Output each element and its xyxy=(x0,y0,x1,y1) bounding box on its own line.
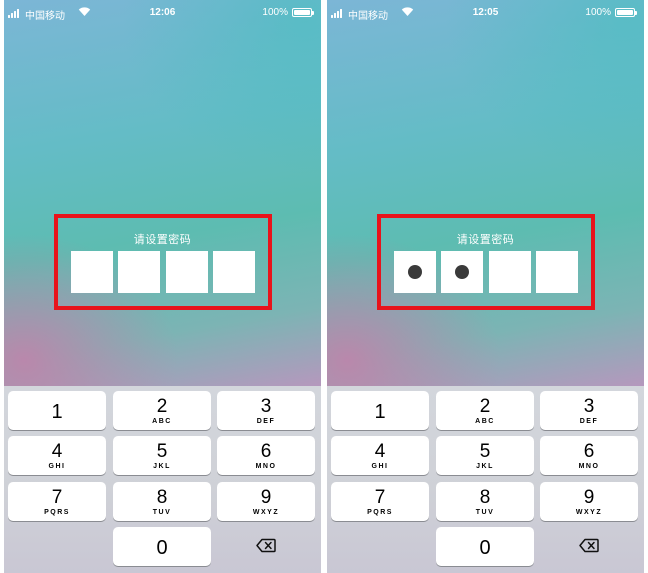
key-4[interactable]: 4 GHI xyxy=(8,436,106,475)
key-letters: MNO xyxy=(255,463,277,470)
key-letters: ABC xyxy=(152,418,172,425)
key-digit: 0 xyxy=(156,537,168,559)
status-bar: 中国移动 12:06 100% xyxy=(4,0,321,26)
passcode-digit-box xyxy=(536,251,578,293)
key-7[interactable]: 7 PQRS xyxy=(331,482,429,521)
key-1[interactable]: 1 xyxy=(331,391,429,430)
key-3[interactable]: 3 DEF xyxy=(217,391,315,430)
key-8[interactable]: 8 TUV xyxy=(436,482,534,521)
key-digit: 7 xyxy=(51,487,63,508)
delete-key[interactable] xyxy=(217,527,315,566)
key-letters: MNO xyxy=(578,463,600,470)
key-digit: 1 xyxy=(374,401,386,423)
key-0[interactable]: 0 xyxy=(436,527,534,566)
battery-percent: 100% xyxy=(262,7,288,18)
battery-icon xyxy=(292,8,314,17)
key-7[interactable]: 7 PQRS xyxy=(8,482,106,521)
wallpaper: 中国移动 12:05 100% 请设置密码 xyxy=(327,0,644,386)
key-letters: WXYZ xyxy=(252,509,280,516)
key-digit: 0 xyxy=(479,537,491,559)
phone-screen-left: 中国移动 12:06 100% 请设置密码 1 2 ABC 3 DEF 4 GHI 5… xyxy=(4,0,321,573)
key-digit: 7 xyxy=(374,487,386,508)
backspace-icon xyxy=(579,538,599,553)
numeric-keypad: 1 2 ABC 3 DEF 4 GHI 5 JKL 6 MNO 7 PQRS 8 TUV 9W… xyxy=(327,386,644,573)
key-letters: TUV xyxy=(152,509,172,516)
key-1[interactable]: 1 xyxy=(8,391,106,430)
key-6[interactable]: 6 MNO xyxy=(540,436,638,475)
key-digit: 9 xyxy=(583,487,595,508)
battery-percent: 100% xyxy=(585,7,611,18)
backspace-icon xyxy=(256,538,276,553)
battery-icon xyxy=(615,8,637,17)
key-digit: 1 xyxy=(51,401,63,423)
key-letters: PQRS xyxy=(44,509,70,516)
key-letters: GHI xyxy=(48,463,66,470)
key-3[interactable]: 3 DEF xyxy=(540,391,638,430)
passcode-digit-box xyxy=(166,251,208,293)
status-bar: 中国移动 12:05 100% xyxy=(327,0,644,26)
key-letters: DEF xyxy=(579,418,599,425)
wallpaper: 中国移动 12:06 100% 请设置密码 xyxy=(4,0,321,386)
key-letters: DEF xyxy=(256,418,276,425)
key-digit: 4 xyxy=(374,441,386,462)
key-digit: 5 xyxy=(156,441,168,462)
key-digit: 8 xyxy=(156,487,168,508)
key-digit: 6 xyxy=(260,441,272,462)
key-digit: 2 xyxy=(156,396,168,417)
passcode-digit-box xyxy=(118,251,160,293)
key-letters: ABC xyxy=(475,418,495,425)
numeric-keypad: 1 2 ABC 3 DEF 4 GHI 5 JKL 6 MNO 7 PQRS 8 TUV 9W… xyxy=(4,386,321,573)
key-digit: 5 xyxy=(479,441,491,462)
passcode-prompt: 请设置密码 xyxy=(133,234,192,246)
key-letters: TUV xyxy=(475,509,495,516)
passcode-digit-box xyxy=(71,251,113,293)
phone-screen-right: 中国移动 12:05 100% 请设置密码 1 2 ABC 3 DEF 4 GHI 5… xyxy=(327,0,644,573)
passcode-digit-box xyxy=(213,251,255,293)
key-letters: GHI xyxy=(371,463,389,470)
passcode-digit-box xyxy=(489,251,531,293)
key-digit: 6 xyxy=(583,441,595,462)
key-5[interactable]: 5 JKL xyxy=(113,436,211,475)
key-8[interactable]: 8 TUV xyxy=(113,482,211,521)
delete-key[interactable] xyxy=(540,527,638,566)
key-2[interactable]: 2 ABC xyxy=(113,391,211,430)
key-letters: WXYZ xyxy=(575,509,603,516)
passcode-digit-box xyxy=(441,251,483,293)
passcode-digit-box xyxy=(394,251,436,293)
key-9[interactable]: 9 WXYZ xyxy=(540,482,638,521)
passcode-prompt: 请设置密码 xyxy=(456,234,515,246)
key-digit: 3 xyxy=(260,396,272,417)
key-5[interactable]: 5 JKL xyxy=(436,436,534,475)
key-letters: PQRS xyxy=(367,509,393,516)
key-digit: 8 xyxy=(479,487,491,508)
filled-dot-icon xyxy=(455,265,469,279)
key-4[interactable]: 4 GHI xyxy=(331,436,429,475)
key-digit: 2 xyxy=(479,396,491,417)
key-letters: JKL xyxy=(153,463,171,470)
key-digit: 4 xyxy=(51,441,63,462)
key-digit: 9 xyxy=(260,487,272,508)
key-2[interactable]: 2 ABC xyxy=(436,391,534,430)
key-letters: JKL xyxy=(476,463,494,470)
key-0[interactable]: 0 xyxy=(113,527,211,566)
key-digit: 3 xyxy=(583,396,595,417)
key-9[interactable]: 9 WXYZ xyxy=(217,482,315,521)
key-6[interactable]: 6 MNO xyxy=(217,436,315,475)
filled-dot-icon xyxy=(408,265,422,279)
